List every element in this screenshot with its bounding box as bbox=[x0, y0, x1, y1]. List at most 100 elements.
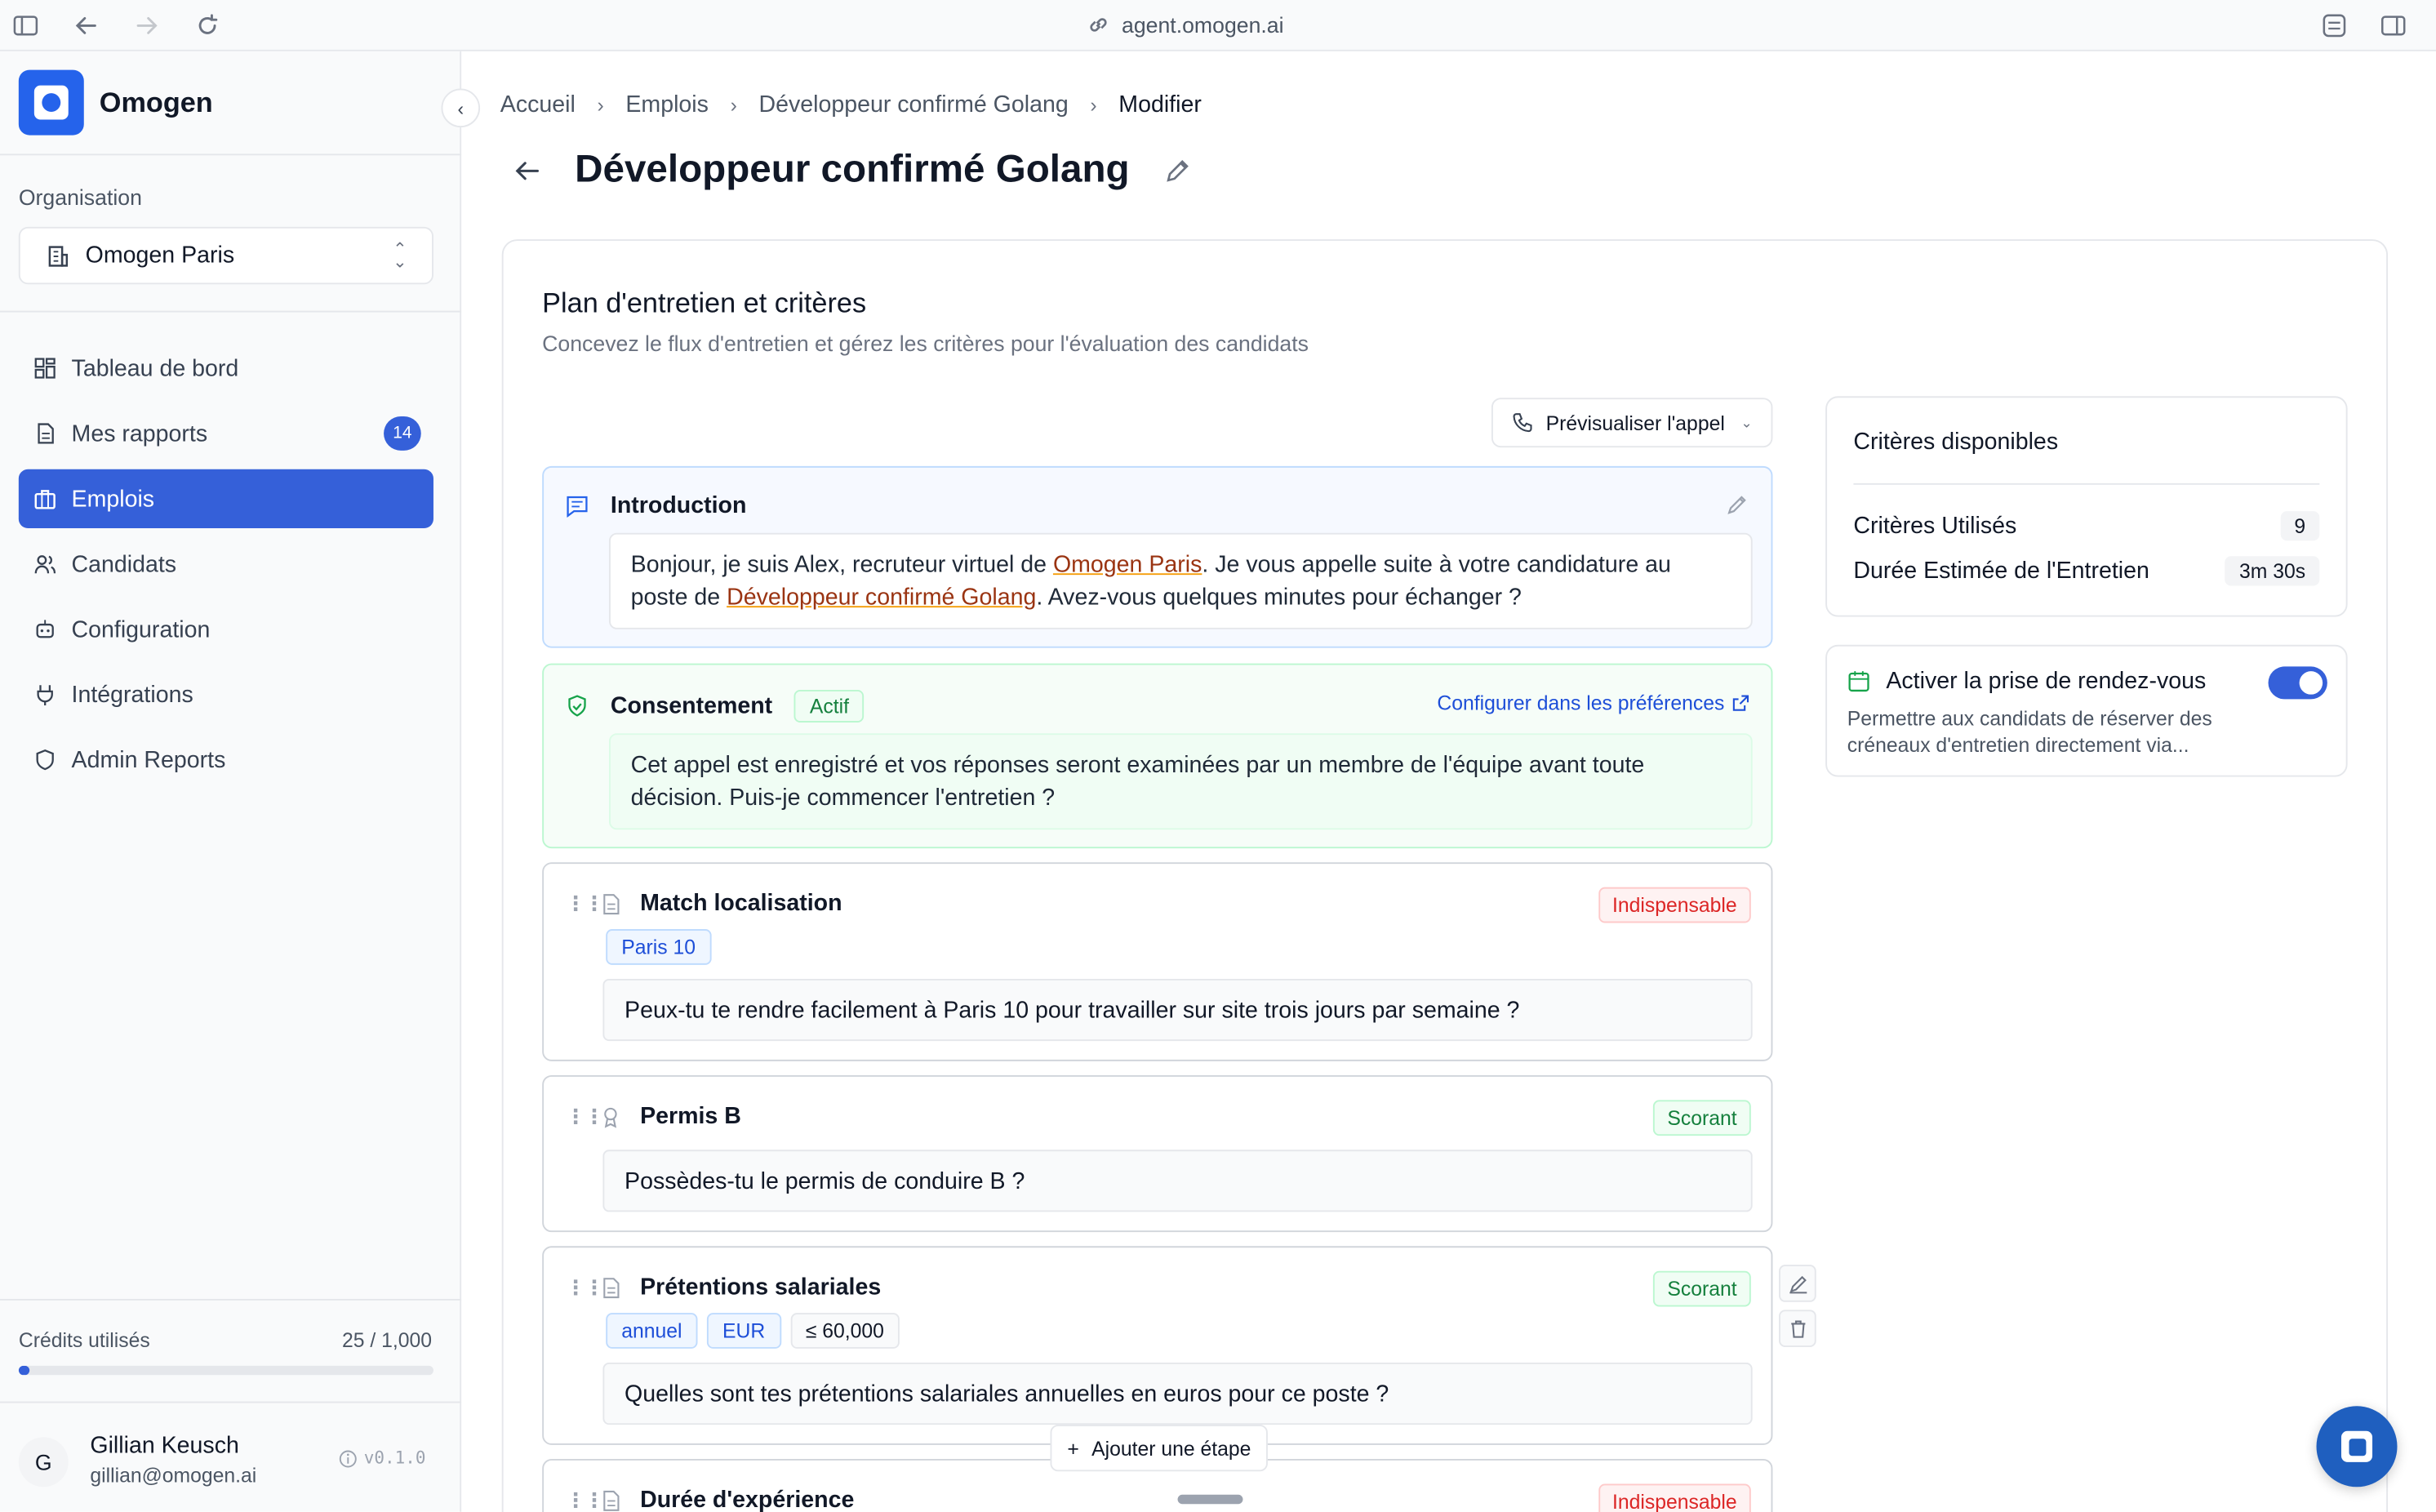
duration-value: 3m 30s bbox=[2225, 556, 2320, 586]
add-step-button[interactable]: + Ajouter une étape bbox=[1050, 1425, 1269, 1472]
job-variable: Développeur confirmé Golang bbox=[727, 584, 1037, 611]
chevron-up-down-icon: ⌃ ⌄ bbox=[393, 240, 407, 272]
edit-criterion-button[interactable] bbox=[1779, 1265, 1816, 1302]
configure-preferences-link[interactable]: Configurer dans les préférences bbox=[1437, 691, 1749, 715]
sidebar-item-jobs[interactable]: Emplois bbox=[18, 469, 433, 529]
criterion-chip: EUR bbox=[706, 1313, 781, 1349]
sidebar-item-dashboard[interactable]: Tableau de bord bbox=[19, 339, 433, 398]
plus-icon: + bbox=[1067, 1436, 1079, 1460]
drag-handle-icon[interactable]: ⋮⋮ bbox=[566, 891, 605, 915]
page-title: Développeur confirmé Golang bbox=[575, 147, 1130, 192]
omogen-assistant-icon bbox=[2340, 1430, 2373, 1462]
shield-check-icon bbox=[568, 695, 586, 717]
document-icon bbox=[603, 893, 620, 914]
split-view-icon[interactable] bbox=[2380, 12, 2407, 38]
plug-icon bbox=[37, 685, 53, 706]
criterion-question[interactable]: Possèdes-tu le permis de conduire B ? bbox=[602, 1150, 1753, 1212]
credits-value: 25 / 1,000 bbox=[342, 1328, 433, 1352]
scheduling-header: Activer la prise de rendez-vous bbox=[1847, 668, 2207, 695]
criterion-chips: Paris 10 bbox=[606, 929, 712, 965]
trash-icon bbox=[1790, 1319, 1805, 1337]
sidebar-item-label: Tableau de bord bbox=[71, 354, 239, 382]
sidebar-item-candidates[interactable]: Candidats bbox=[19, 535, 433, 594]
drag-handle-icon[interactable]: ⋮⋮ bbox=[566, 1488, 605, 1512]
criterion-chip: ≤ 60,000 bbox=[789, 1313, 900, 1349]
back-arrow-icon[interactable] bbox=[513, 156, 540, 184]
org-select[interactable]: Omogen Paris ⌃ ⌄ bbox=[18, 226, 433, 285]
omogen-logo bbox=[18, 69, 84, 136]
forward-icon[interactable] bbox=[134, 12, 160, 38]
drag-handle-icon[interactable]: ⋮⋮ bbox=[566, 1104, 605, 1128]
brand[interactable]: Omogen bbox=[18, 69, 213, 136]
scheduling-title: Activer la prise de rendez-vous bbox=[1886, 668, 2207, 695]
breadcrumb-job[interactable]: Développeur confirmé Golang bbox=[758, 91, 1068, 118]
breadcrumb: Accueil › Emplois › Développeur confirmé… bbox=[500, 91, 1202, 118]
org-value: Omogen Paris bbox=[85, 242, 235, 269]
sidebar-item-admin-reports[interactable]: Admin Reports bbox=[19, 730, 433, 789]
external-link-icon bbox=[1732, 695, 1749, 711]
sidebar-item-label: Emplois bbox=[71, 485, 155, 513]
breadcrumb-jobs[interactable]: Emplois bbox=[625, 91, 709, 118]
preview-call-label: Prévisualiser l'appel bbox=[1545, 411, 1725, 434]
user-menu[interactable]: G Gillian Keusch gillian@omogen.ai v0.1.… bbox=[18, 1431, 438, 1500]
divider bbox=[1853, 483, 2320, 485]
consent-step: Consentement Actif Configurer dans les p… bbox=[542, 663, 1773, 849]
criterion-question[interactable]: Quelles sont tes prétentions salariales … bbox=[602, 1363, 1753, 1425]
phone-icon bbox=[1513, 413, 1532, 433]
sidebar-item-label: Intégrations bbox=[71, 681, 193, 708]
delete-criterion-button[interactable] bbox=[1779, 1310, 1816, 1347]
edit-icon bbox=[1789, 1274, 1807, 1293]
intro-text-part: . Avez-vous quelques minutes pour échang… bbox=[1036, 584, 1522, 611]
plan-subtitle: Concevez le flux d'entretien et gérez le… bbox=[542, 331, 1309, 356]
duration-label: Durée Estimée de l'Entretien bbox=[1853, 558, 2149, 585]
chevron-right-icon: › bbox=[597, 93, 604, 117]
scrollbar-thumb[interactable] bbox=[1177, 1494, 1243, 1505]
sidebar-item-configuration[interactable]: Configuration bbox=[19, 600, 433, 659]
intro-text[interactable]: Bonjour, je suis Alex, recruteur virtuel… bbox=[609, 532, 1753, 629]
assistant-chat-button[interactable] bbox=[2316, 1406, 2398, 1488]
reload-icon[interactable] bbox=[194, 12, 220, 38]
back-icon[interactable] bbox=[73, 12, 99, 38]
address-bar[interactable]: agent.omogen.ai bbox=[1087, 12, 1284, 38]
scoring-badge: Scorant bbox=[1653, 1270, 1751, 1307]
criterion-chip: Paris 10 bbox=[606, 929, 712, 965]
criterion-question[interactable]: Peux-tu te rendre facilement à Paris 10 … bbox=[602, 978, 1753, 1042]
edit-intro-icon[interactable] bbox=[1726, 492, 1749, 516]
preview-call-button[interactable]: Prévisualiser l'appel ⌄ bbox=[1491, 398, 1773, 448]
breadcrumb-home[interactable]: Accueil bbox=[500, 91, 576, 118]
drag-handle-icon[interactable]: ⋮⋮ bbox=[566, 1274, 605, 1299]
used-criteria-row: Critères Utilisés 9 bbox=[1853, 511, 2320, 541]
criterion-card[interactable]: ⋮⋮ Permis B Scorant Possèdes-tu le permi… bbox=[542, 1074, 1773, 1233]
sidebar-item-reports[interactable]: Mes rapports 14 bbox=[19, 404, 433, 463]
used-criteria-value: 9 bbox=[2280, 511, 2320, 541]
report-icon bbox=[38, 423, 54, 444]
intro-step[interactable]: Introduction Bonjour, je suis Alex, recr… bbox=[542, 465, 1773, 648]
edit-title-icon[interactable] bbox=[1163, 156, 1191, 184]
criterion-title: Permis B bbox=[640, 1103, 741, 1130]
document-icon bbox=[603, 1489, 620, 1510]
chevron-left-icon: ‹ bbox=[457, 96, 465, 119]
toggle-knob bbox=[2299, 671, 2323, 695]
criterion-title: Prétentions salariales bbox=[640, 1274, 882, 1301]
criterion-card[interactable]: ⋮⋮ Match localisation Indispensable Pari… bbox=[542, 862, 1773, 1061]
collapse-sidebar-button[interactable]: ‹ bbox=[441, 88, 481, 128]
briefcase-icon bbox=[34, 490, 56, 509]
criterion-card[interactable]: ⋮⋮ Prétentions salariales Scorant annuel… bbox=[542, 1246, 1773, 1445]
scheduling-description: Permettre aux candidats de réserver des … bbox=[1847, 706, 2212, 757]
sidebar-toggle-icon[interactable] bbox=[12, 12, 38, 38]
credits-progress bbox=[18, 1365, 433, 1376]
sidebar-item-label: Mes rapports bbox=[71, 420, 208, 447]
scheduling-toggle[interactable] bbox=[2268, 666, 2327, 700]
interview-plan-card: Plan d'entretien et critères Concevez le… bbox=[501, 239, 2389, 1512]
configure-preferences-label: Configurer dans les préférences bbox=[1437, 691, 1725, 715]
sidebar-item-label: Candidats bbox=[71, 550, 177, 578]
sidebar-item-integrations[interactable]: Intégrations bbox=[19, 665, 433, 724]
main-content: Accueil › Emplois › Développeur confirmé… bbox=[461, 51, 2436, 1512]
version: v0.1.0 bbox=[339, 1448, 425, 1468]
browser-toolbar: agent.omogen.ai bbox=[0, 0, 2436, 51]
consent-header: Consentement Actif bbox=[566, 689, 865, 723]
extensions-icon[interactable] bbox=[2321, 12, 2347, 38]
divider bbox=[0, 153, 462, 156]
document-icon bbox=[603, 1277, 620, 1298]
org-label: Organisation bbox=[18, 185, 142, 210]
